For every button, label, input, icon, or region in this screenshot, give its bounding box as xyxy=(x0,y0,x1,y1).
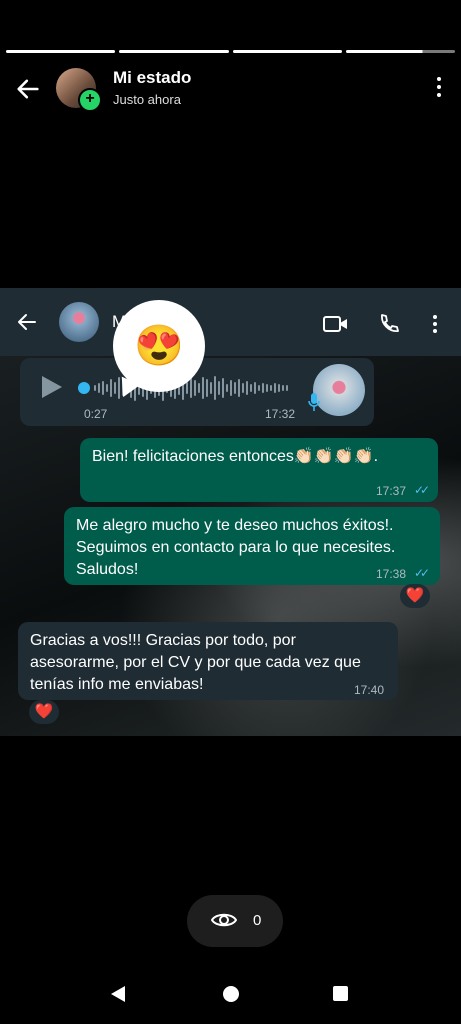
message-time: 17:32 xyxy=(265,407,296,421)
status-timestamp: Justo ahora xyxy=(113,92,181,107)
message-time: 17:40 xyxy=(354,683,385,697)
contact-avatar xyxy=(59,302,99,342)
menu-dots-icon xyxy=(433,315,437,333)
back-arrow-icon xyxy=(18,314,36,330)
progress-segment-current xyxy=(345,50,455,53)
viewer-count: 0 xyxy=(253,912,262,929)
sender-avatar xyxy=(313,364,365,416)
message-text: Me alegro mucho y te deseo muchos éxitos… xyxy=(76,517,396,578)
video-call-icon xyxy=(323,316,347,332)
status-progress-bar xyxy=(6,50,455,53)
voice-duration: 0:27 xyxy=(84,407,108,421)
add-status-icon[interactable]: + xyxy=(78,88,102,112)
message-text: Bien! felicitaciones entonces👏🏻👏🏻👏🏻👏🏻. xyxy=(92,448,379,465)
chat-header: M xyxy=(0,288,461,356)
play-icon xyxy=(42,376,62,398)
back-arrow-icon[interactable] xyxy=(14,75,42,103)
eye-icon xyxy=(211,913,237,927)
heart-reaction: ❤️ xyxy=(29,700,59,724)
status-title: Mi estado xyxy=(113,68,192,87)
heart-eyes-emoji: 😍 xyxy=(134,324,184,368)
progress-segment xyxy=(6,50,116,53)
phone-icon xyxy=(381,314,399,332)
viewers-button[interactable]: 0 xyxy=(187,895,283,947)
reaction-emoji-bubble: 😍 xyxy=(113,300,205,402)
menu-dots-icon[interactable] xyxy=(437,77,443,101)
progress-segment xyxy=(119,50,229,53)
system-navigation-bar xyxy=(0,968,461,1024)
heart-reaction: ❤️ xyxy=(400,584,430,608)
progress-segment xyxy=(232,50,342,53)
nav-back-icon[interactable] xyxy=(111,986,125,1002)
message-time: 17:37 xyxy=(376,484,407,498)
message-bubble-incoming: Gracias a vos!!! Gracias por todo, por a… xyxy=(18,622,398,700)
message-time: 17:38 xyxy=(376,567,407,581)
message-text: Gracias a vos!!! Gracias por todo, por a… xyxy=(30,632,361,693)
read-ticks-icon: ✓✓ xyxy=(414,566,430,580)
nav-recents-icon[interactable] xyxy=(333,986,348,1001)
mic-icon xyxy=(308,393,320,411)
read-ticks-icon: ✓✓ xyxy=(414,483,430,497)
nav-home-icon[interactable] xyxy=(223,986,239,1002)
avatar[interactable]: + xyxy=(56,68,102,112)
playback-position xyxy=(78,382,90,394)
status-header: + Mi estado Justo ahora xyxy=(0,65,461,113)
status-image: M 😍 0:27 17:32 Bien! felicitaciones ento… xyxy=(0,288,461,736)
